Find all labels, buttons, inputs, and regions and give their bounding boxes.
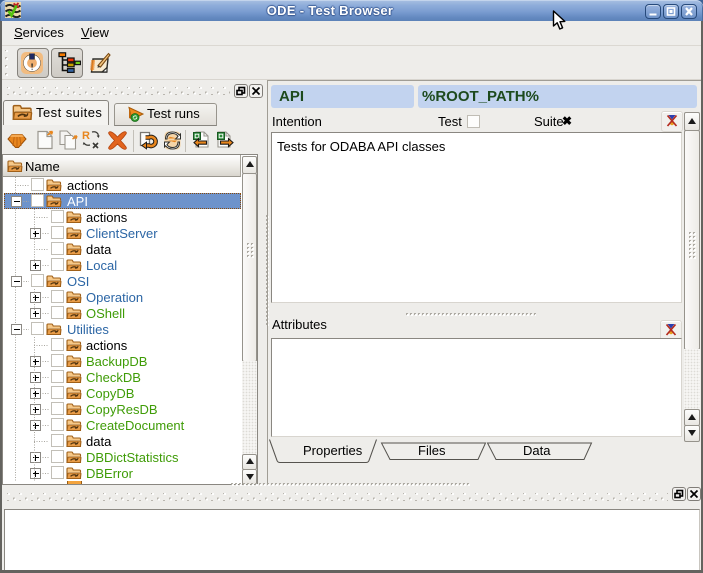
svg-text:R: R: [82, 130, 90, 142]
